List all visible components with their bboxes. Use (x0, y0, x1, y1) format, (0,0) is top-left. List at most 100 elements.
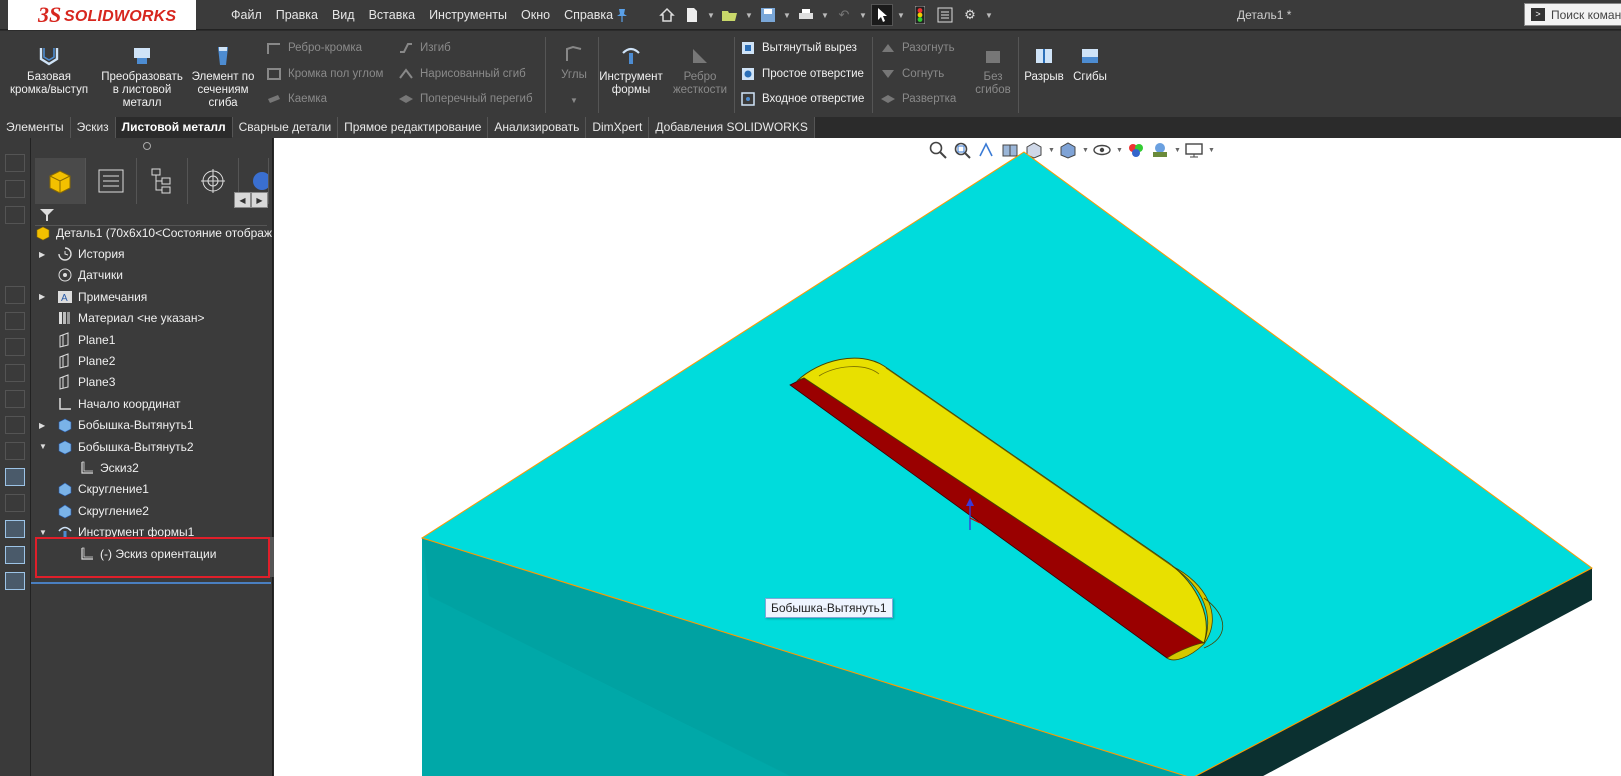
menu-tools[interactable]: Инструменты (422, 8, 514, 22)
tree-item[interactable]: Эскиз2 (31, 457, 273, 478)
menu-insert[interactable]: Вставка (362, 8, 422, 22)
hem-button[interactable]: Каемка (266, 91, 327, 107)
pin-icon[interactable] (614, 7, 630, 23)
tab-sheet-metal[interactable]: Листовой металл (115, 117, 233, 138)
expand-arrow-icon[interactable]: ▶ (39, 421, 49, 430)
tab-addins[interactable]: Добавления SOLIDWORKS (649, 117, 815, 138)
collapse-arrow-icon[interactable]: ▼ (39, 528, 49, 537)
tree-item[interactable]: Plane3 (31, 372, 273, 393)
insert-bends-button[interactable]: Сгибы (1068, 45, 1112, 84)
chevron-down-icon[interactable]: ▼ (820, 4, 830, 26)
strip-tool-icon[interactable] (5, 206, 25, 224)
convert-to-sheet-metal-button[interactable]: Преобразовать в листовой металл (98, 45, 186, 110)
menu-view[interactable]: Вид (325, 8, 362, 22)
chevron-down-icon[interactable]: ▼ (858, 4, 868, 26)
rebuild-traffic-light-icon[interactable] (909, 4, 931, 26)
model-3d-view[interactable] (274, 138, 1621, 776)
tab-configuration-manager[interactable] (137, 158, 188, 204)
tab-property-manager[interactable] (86, 158, 137, 204)
chevron-down-icon[interactable]: ▼ (984, 4, 994, 26)
tab-feature-tree[interactable] (35, 158, 86, 204)
unfold-button[interactable]: Разогнуть (880, 40, 955, 56)
home-icon[interactable] (656, 4, 678, 26)
tree-item[interactable]: Начало координат (31, 393, 273, 414)
strip-tool-icon[interactable] (5, 154, 25, 172)
expand-arrow-icon[interactable]: ▶ (39, 250, 49, 259)
tree-item[interactable]: Скругление1 (31, 479, 273, 500)
open-folder-icon[interactable] (719, 4, 741, 26)
save-icon[interactable] (757, 4, 779, 26)
tree-item[interactable]: Plane1 (31, 329, 273, 350)
strip-tool-icon[interactable] (5, 416, 25, 434)
tab-dimxpert-manager[interactable] (188, 158, 239, 204)
strip-tool-icon[interactable] (5, 338, 25, 356)
extruded-cut-button[interactable]: Вытянутый вырез (740, 40, 857, 56)
new-document-icon[interactable] (681, 4, 703, 26)
strip-tool-icon[interactable] (5, 180, 25, 198)
jog-button[interactable]: Изгиб (398, 40, 451, 56)
graphics-viewport[interactable]: ▼ ▼ ▼ ▼ ▼ Бобышка-Вытянуть1 (274, 138, 1621, 776)
expand-arrow-icon[interactable]: ▶ (39, 292, 49, 301)
simple-hole-button[interactable]: Простое отверстие (740, 66, 864, 82)
chevron-down-icon[interactable]: ▼ (896, 4, 906, 26)
chevron-down-icon[interactable]: ▼ (744, 4, 754, 26)
undo-icon[interactable]: ↶ (833, 4, 855, 26)
flatten-button[interactable]: Развертка (880, 91, 956, 107)
strip-tool-icon[interactable] (5, 364, 25, 382)
sketched-bend-button[interactable]: Нарисованный сгиб (398, 66, 526, 82)
print-icon[interactable] (795, 4, 817, 26)
tree-item[interactable]: Скругление2 (31, 500, 273, 521)
gusset-icon (693, 49, 707, 63)
strip-tool-icon[interactable] (5, 312, 25, 330)
tree-item[interactable]: Plane2 (31, 350, 273, 371)
tab-features[interactable]: Элементы (0, 117, 71, 138)
strip-tool-icon[interactable] (5, 442, 25, 460)
lofted-bend-button[interactable]: Элемент по сечениям сгиба (188, 45, 258, 110)
tab-weldments[interactable]: Сварные детали (232, 117, 339, 138)
menu-edit[interactable]: Правка (269, 8, 325, 22)
strip-tool-icon[interactable] (5, 546, 25, 564)
menu-file[interactable]: Файл (224, 8, 269, 22)
corners-dropdown-icon[interactable]: ▼ (552, 94, 596, 107)
tree-item[interactable]: ▶ A Примечания (31, 286, 273, 307)
gear-icon[interactable]: ⚙ (959, 4, 981, 26)
fold-button[interactable]: Согнуть (880, 66, 944, 82)
gusset-button[interactable]: Ребро жесткости (666, 45, 734, 97)
edge-flange-button[interactable]: Ребро-кромка (266, 40, 362, 56)
forming-tool-button[interactable]: Инструмент формы (598, 45, 664, 97)
tab-sketch[interactable]: Эскиз (70, 117, 116, 138)
vent-button[interactable]: Входное отверстие (740, 91, 864, 107)
strip-tool-icon[interactable] (5, 494, 25, 512)
strip-tool-icon[interactable] (5, 390, 25, 408)
tree-item[interactable]: ▶ Бобышка-Вытянуть1 (31, 415, 273, 436)
corners-button[interactable]: Углы ▼ (552, 43, 596, 107)
miter-flange-button[interactable]: Кромка пол углом (266, 66, 383, 82)
search-commands-input[interactable]: > Поиск команд (1524, 3, 1621, 26)
strip-tool-icon[interactable] (5, 520, 25, 538)
rip-button[interactable]: Разрыв (1022, 45, 1066, 84)
file-properties-icon[interactable] (934, 4, 956, 26)
tab-evaluate[interactable]: Анализировать (488, 117, 587, 138)
select-cursor-icon[interactable] (871, 4, 893, 26)
strip-tool-icon[interactable] (5, 286, 25, 304)
chevron-down-icon[interactable]: ▼ (782, 4, 792, 26)
cross-break-button[interactable]: Поперечный перегиб (398, 91, 533, 107)
tree-item[interactable]: ▼ Бобышка-Вытянуть2 (31, 436, 273, 457)
tree-item[interactable]: Датчики (31, 265, 273, 286)
rollback-bar[interactable] (31, 582, 271, 584)
base-flange-button[interactable]: Базовая кромка/выступ (6, 45, 92, 97)
panel-splitter[interactable] (143, 142, 151, 150)
tab-direct-editing[interactable]: Прямое редактирование (338, 117, 489, 138)
strip-tool-icon[interactable] (5, 468, 25, 486)
tree-root-part[interactable]: Деталь1 (70x6x10<Состояние отображ (31, 222, 273, 243)
tree-item[interactable]: ▶ История (31, 243, 273, 264)
strip-tool-icon[interactable] (5, 572, 25, 590)
tab-dimxpert[interactable]: DimXpert (586, 117, 650, 138)
solidworks-logo[interactable]: 3S SOLIDWORKS (8, 0, 196, 30)
tree-item[interactable]: Материал <не указан> (31, 308, 273, 329)
no-bends-button[interactable]: Без сгибов (968, 45, 1018, 97)
menu-window[interactable]: Окно (514, 8, 557, 22)
chevron-down-icon[interactable]: ▼ (706, 4, 716, 26)
menu-help[interactable]: Справка (557, 8, 620, 22)
collapse-arrow-icon[interactable]: ▼ (39, 442, 49, 451)
